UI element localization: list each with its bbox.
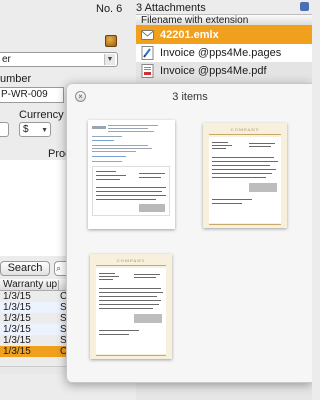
chevron-down-icon: ▼: [41, 127, 48, 134]
filename-column-header[interactable]: Filename with extension: [136, 14, 312, 26]
currency-select[interactable]: $ ▼: [19, 122, 51, 137]
attachment-row[interactable]: 42201.emlx: [136, 26, 312, 44]
pdf-document-icon: [141, 64, 154, 78]
warranty-date-cell: 1/3/15: [3, 335, 31, 346]
package-icon[interactable]: [105, 35, 117, 47]
attachment-filename: Invoice @pps4Me.pdf: [160, 65, 267, 77]
small-select[interactable]: [0, 122, 9, 137]
table-header[interactable]: Warranty up: [0, 279, 66, 291]
search-field[interactable]: ⌕: [54, 261, 66, 276]
warranty-date-cell: 1/3/15: [3, 324, 31, 335]
number-label: umber: [0, 73, 32, 85]
document-number-label: No. 6: [96, 3, 123, 15]
table-row[interactable]: 1/3/15 C: [0, 346, 67, 357]
invoice-pages-thumbnail[interactable]: COMPANY: [203, 123, 287, 228]
chevron-down-icon: ▼: [104, 54, 115, 65]
attachment-row[interactable]: Invoice @pps4Me.pages: [136, 44, 312, 62]
quicklook-title: 3 items: [172, 91, 208, 103]
warranty-date-cell: 1/3/15: [3, 313, 31, 324]
attachment-row[interactable]: Invoice @pps4Me.pdf: [136, 62, 312, 80]
quicklook-window: × 3 items COMPANY COMPANY: [66, 83, 312, 383]
invoice-pdf-thumbnail[interactable]: COMPANY: [90, 254, 172, 359]
currency-label: Currency: [19, 109, 64, 121]
company-header: COMPANY: [230, 127, 260, 132]
table-row[interactable]: 1/3/15 S: [0, 313, 67, 324]
email-thumbnail[interactable]: [88, 120, 175, 229]
warranty-date-cell: 1/3/15: [3, 346, 31, 357]
search-button[interactable]: Search: [0, 261, 50, 276]
pages-document-icon: [141, 46, 154, 60]
warranty-table: Warranty up 1/3/15 C 1/3/15 S 1/3/15 S 1/3/15 S…: [0, 279, 67, 357]
table-row[interactable]: 1/3/15 S: [0, 302, 67, 313]
horizontal-scrollbar[interactable]: [0, 366, 66, 374]
column-divider: [58, 280, 59, 290]
table-row[interactable]: 1/3/15 S: [0, 335, 67, 346]
screen: No. 6 er ▼ umber P-WR-009 Currency $ ▼ P…: [0, 0, 312, 400]
add-attachment-icon[interactable]: [300, 2, 309, 11]
products-area[interactable]: [0, 160, 66, 256]
warranty-date-cell: 1/3/15: [3, 302, 31, 313]
type-select[interactable]: er ▼: [0, 52, 118, 67]
warranty-column-header: Warranty up: [3, 279, 58, 290]
attachments-title: 3 Attachments: [136, 2, 206, 14]
table-row[interactable]: 1/3/15 S: [0, 324, 67, 335]
mail-icon: [141, 30, 154, 40]
attachment-filename: Invoice @pps4Me.pages: [160, 47, 282, 59]
number-field[interactable]: P-WR-009: [0, 87, 64, 103]
warranty-date-cell: 1/3/15: [3, 291, 31, 302]
company-header: COMPANY: [116, 258, 146, 263]
attachment-filename: 42201.emlx: [160, 29, 219, 41]
magnifier-icon: ⌕: [56, 263, 62, 273]
currency-select-value: $: [23, 124, 29, 135]
type-select-value: er: [2, 54, 11, 65]
table-body: 1/3/15 C 1/3/15 S 1/3/15 S 1/3/15 S 1/3/15 S 1/3/1…: [0, 291, 67, 357]
table-row[interactable]: 1/3/15 C: [0, 291, 67, 302]
